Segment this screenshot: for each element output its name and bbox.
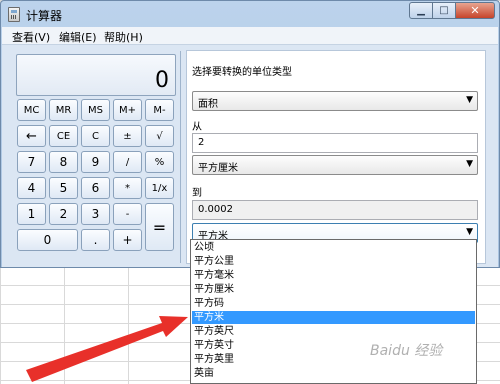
arrow-icon xyxy=(26,316,188,382)
watermark: Baidu 经验 xyxy=(370,343,443,359)
red-arrow-annotation xyxy=(26,316,188,382)
